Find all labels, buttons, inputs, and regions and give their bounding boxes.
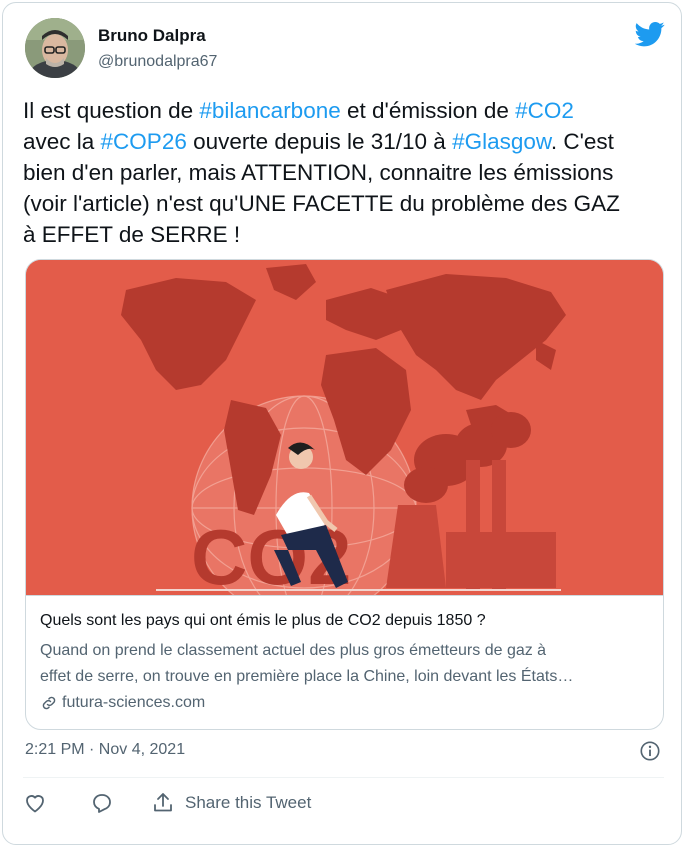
share-icon	[154, 793, 172, 812]
card-description-line: Quand on prend le classement actuel des …	[40, 642, 547, 659]
tweet-text-segment: et d'émission de	[340, 98, 516, 123]
hashtag-link[interactable]: #bilancarbone	[199, 98, 340, 123]
heart-icon	[26, 795, 44, 813]
reply-icon	[93, 794, 111, 813]
hashtag-link[interactable]: #COP26	[101, 129, 187, 154]
like-button[interactable]	[23, 791, 47, 815]
author-handle[interactable]: @brunodalpra67	[98, 53, 217, 71]
tweet-actions: Share this Tweet	[3, 785, 683, 825]
author-name[interactable]: Bruno Dalpra	[98, 26, 206, 46]
card-info[interactable]: Quels sont les pays qui ont émis le plus…	[26, 595, 663, 729]
share-button[interactable]: Share this Tweet	[151, 791, 311, 815]
tweet-text: Il est question de #bilancarbone et d'ém…	[23, 95, 671, 250]
hashtag-link[interactable]: #CO2	[515, 98, 574, 123]
info-icon[interactable]	[639, 740, 661, 762]
climate-illustration: CO2	[26, 260, 663, 621]
hashtag-link[interactable]: #Glasgow	[452, 129, 551, 154]
avatar-photo	[25, 18, 85, 78]
avatar[interactable]	[25, 18, 85, 78]
share-button-label: Share this Tweet	[185, 793, 312, 812]
link-icon	[42, 696, 56, 710]
card-domain[interactable]: futura-sciences.com	[40, 694, 205, 712]
tweet-card: Bruno Dalpra @brunodalpra67 Il est quest…	[2, 2, 682, 845]
tweet-text-segment: ouverte depuis le 31/10 à	[186, 129, 453, 154]
card-description: Quand on prend le classement actuel des …	[40, 638, 652, 690]
reply-button[interactable]	[90, 791, 114, 815]
tweet-timestamp[interactable]: 2:21 PM · Nov 4, 2021	[25, 741, 185, 759]
card-description-line: effet de serre, on trouve en première pl…	[40, 668, 574, 685]
link-preview-card[interactable]: CO2 Quels sont les pays qui ont émis le …	[25, 259, 664, 730]
tweet-text-segment: avec la	[23, 129, 95, 154]
card-domain-label: futura-sciences.com	[62, 694, 206, 711]
twitter-bird-icon[interactable]	[635, 19, 665, 49]
card-title[interactable]: Quels sont les pays qui ont émis le plus…	[40, 612, 486, 630]
divider	[23, 777, 664, 778]
card-image[interactable]: CO2	[26, 260, 663, 621]
tweet-text-segment: Il est question de	[23, 98, 200, 123]
